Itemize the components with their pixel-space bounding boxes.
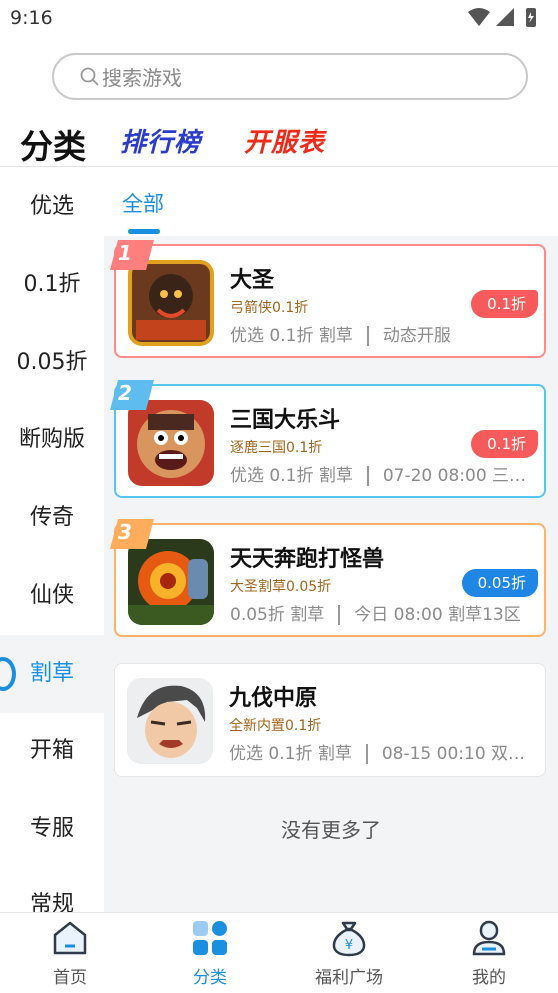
- game-card[interactable]: 1 大圣 弓箭侠0.1折 优选 0.1折 割草 动态开服 0.1折: [110, 240, 546, 358]
- sidebar-item-xianxia[interactable]: 仙侠: [0, 557, 104, 635]
- rank-badge: 1: [110, 240, 154, 270]
- sidebar-item-label: 断购版: [18, 427, 85, 452]
- active-indicator: [0, 657, 16, 691]
- sidebar-item-0.05-discount[interactable]: 0.05折: [0, 324, 104, 402]
- tab-all[interactable]: 全部: [122, 188, 164, 218]
- sidebar-item-label: 0.05折: [16, 350, 88, 375]
- tab-underline: [128, 229, 160, 234]
- nav-label: 福利广场: [315, 968, 383, 988]
- sidebar-item-label: 传奇: [29, 505, 74, 530]
- discount-badge: 0.05折: [461, 569, 538, 597]
- rank-link[interactable]: 排行榜: [120, 122, 201, 159]
- sidebar-item-kaixiang[interactable]: 开箱: [0, 712, 104, 790]
- sidebar-item-label: 0.1折: [23, 272, 81, 297]
- filter-tabs: 全部: [104, 168, 558, 236]
- category-header: 分类 排行榜 开服表: [0, 112, 558, 167]
- home-icon: [53, 921, 87, 955]
- nav-label: 我的: [472, 968, 506, 988]
- search-icon: [80, 67, 99, 86]
- nav-category[interactable]: 分类: [160, 913, 260, 993]
- game-title: 天天奔跑打怪兽: [230, 547, 385, 572]
- status-icons: [466, 6, 546, 30]
- profile-icon: [472, 920, 506, 956]
- server-list-link[interactable]: 开服表: [244, 122, 325, 159]
- search-bar[interactable]: [52, 53, 528, 100]
- status-bar: 9:16: [0, 0, 558, 40]
- game-subtitle: 逐鹿三国0.1折: [230, 440, 323, 456]
- game-tags: 0.05折 割草 今日 08:00 割草13区: [230, 605, 521, 625]
- sidebar-item-label: 仙侠: [29, 583, 74, 608]
- discount-badge: 0.1折: [471, 290, 538, 318]
- game-icon: [128, 260, 214, 346]
- sidebar-item-label: 专服: [29, 816, 74, 841]
- discount-badge: 0.1折: [471, 430, 538, 458]
- sidebar-item-youxuan[interactable]: 优选: [0, 168, 104, 246]
- search-input[interactable]: [100, 61, 484, 95]
- nav-profile[interactable]: 我的: [439, 913, 539, 993]
- game-title: 九伐中原: [229, 686, 318, 711]
- rank-badge: 2: [110, 380, 154, 410]
- game-list-panel: 全部 1 大圣 弓箭侠0.1折 优选 0.1折 割草 动态开服 0.1折 2 三…: [104, 168, 558, 918]
- svg-text:¥: ¥: [345, 938, 353, 953]
- sidebar-item-chuanqi[interactable]: 传奇: [0, 479, 104, 557]
- end-of-list-text: 没有更多了: [281, 818, 381, 842]
- rank-badge: 3: [110, 519, 154, 549]
- bottom-nav: 首页 分类 ¥ 福利广场 我的: [0, 912, 558, 993]
- game-card[interactable]: 3 天天奔跑打怪兽 大圣割草0.05折 0.05折 割草 今日 08:00 割草1…: [110, 519, 546, 637]
- game-subtitle: 弓箭侠0.1折: [230, 300, 309, 316]
- nav-label: 首页: [53, 968, 87, 988]
- page-title: 分类: [20, 127, 86, 166]
- game-icon: [128, 539, 214, 625]
- sidebar-item-0.1-discount[interactable]: 0.1折: [0, 246, 104, 324]
- nav-label: 分类: [193, 968, 227, 988]
- game-tags: 优选 0.1折 割草 08-15 00:10 双…: [229, 744, 526, 764]
- game-tags: 优选 0.1折 割草 07-20 08:00 三…: [230, 466, 527, 486]
- sidebar-item-zhuanfu[interactable]: 专服: [0, 790, 104, 868]
- game-icon: [127, 678, 213, 764]
- sidebar-item-changgui[interactable]: 常规: [0, 866, 104, 918]
- sidebar-item-label: 割草: [29, 661, 74, 686]
- sidebar-item-gecao[interactable]: 割草: [0, 635, 104, 713]
- game-subtitle: 全新内置0.1折: [229, 718, 322, 734]
- category-icon: [193, 921, 227, 955]
- sidebar-item-duangou[interactable]: 断购版: [0, 401, 104, 479]
- game-title: 三国大乐斗: [230, 408, 341, 433]
- game-icon: [128, 400, 214, 486]
- game-title: 大圣: [230, 268, 275, 293]
- status-time: 9:16: [10, 7, 53, 29]
- sidebar-item-label: 优选: [29, 194, 74, 219]
- game-tags: 优选 0.1折 割草 动态开服: [230, 326, 451, 346]
- signal-icon: [496, 8, 514, 26]
- money-bag-icon: ¥: [332, 921, 366, 957]
- category-sidebar: 优选 0.1折 0.05折 断购版 传奇 仙侠 割草 开箱 专服 常规: [0, 168, 104, 918]
- game-subtitle: 大圣割草0.05折: [230, 579, 332, 595]
- game-card[interactable]: 2 三国大乐斗 逐鹿三国0.1折 优选 0.1折 割草 07-20 08:00 三…: [110, 380, 546, 498]
- sidebar-item-label: 开箱: [29, 738, 74, 763]
- nav-home[interactable]: 首页: [20, 913, 120, 993]
- wifi-icon: [468, 8, 490, 26]
- nav-welfare[interactable]: ¥ 福利广场: [299, 913, 399, 993]
- game-card[interactable]: 九伐中原 全新内置0.1折 优选 0.1折 割草 08-15 00:10 双…: [114, 663, 546, 777]
